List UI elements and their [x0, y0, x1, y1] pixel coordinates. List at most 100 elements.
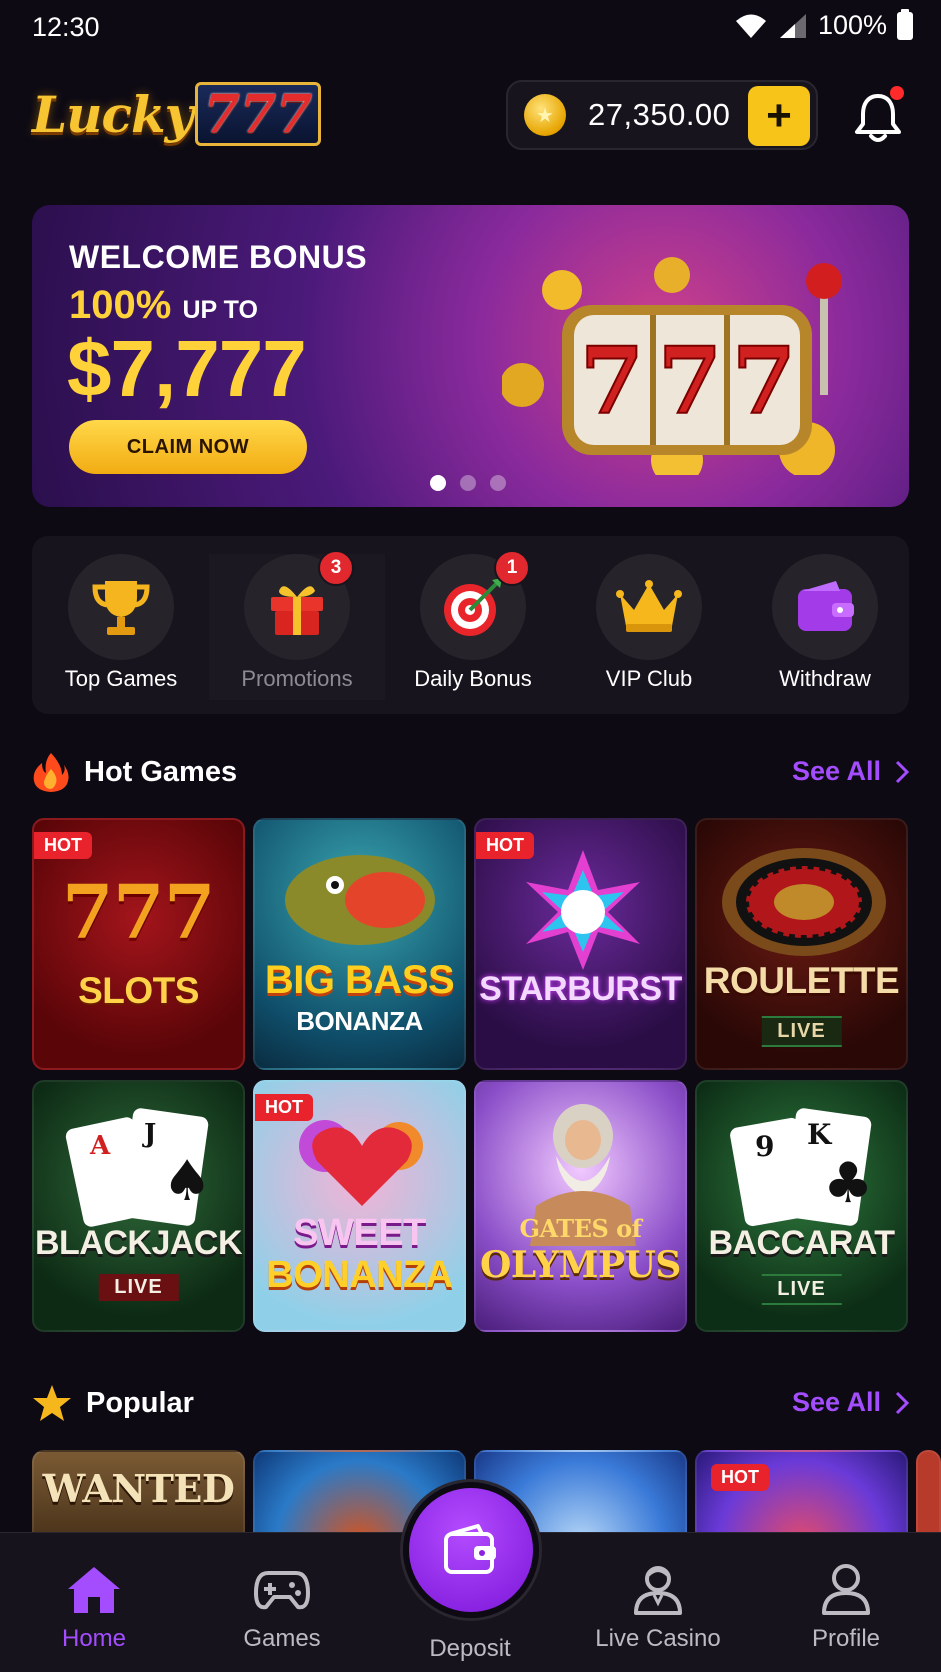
quick-item-label: Daily Bonus [414, 666, 532, 691]
reel-symbol: 7 [580, 327, 644, 435]
game-title: BLACKJACK [34, 1224, 243, 1262]
game-card-baccarat[interactable]: 9 K ♣ BACCARAT LIVE [695, 1080, 908, 1332]
game-card-roulette[interactable]: ROULETTE LIVE [695, 818, 908, 1070]
section-title: Hot Games [84, 755, 238, 788]
wallet-icon [772, 554, 878, 660]
quick-menu: Top Games 3 Promotions 1 Daily Bonus VIP… [32, 536, 909, 714]
quick-item-daily-bonus[interactable]: 1 Daily Bonus [385, 550, 561, 700]
quick-item-promotions[interactable]: 3 Promotions [209, 550, 385, 700]
coin-icon: ★ [524, 94, 566, 136]
hot-games-header: Hot Games See All [32, 750, 909, 794]
quick-item-vip-club[interactable]: VIP Club [561, 554, 737, 700]
star-icon [33, 1385, 71, 1421]
candy-heart-icon [299, 1120, 423, 1206]
quick-item-label: VIP Club [605, 666, 693, 691]
deposit-button[interactable] [403, 1482, 539, 1618]
banner-percent-line: 100% UP TO [69, 283, 258, 328]
game-card-gates-of-olympus[interactable]: GATES of OLYMPUS [474, 1080, 687, 1332]
target-icon: 1 [420, 550, 530, 660]
live-label: LIVE [98, 1274, 179, 1301]
status-indicators: 100% [734, 8, 913, 41]
chevron-right-icon [895, 1391, 909, 1414]
dealer-icon [634, 1566, 682, 1615]
game-card-777-slots[interactable]: 777 SLOTS HOT [32, 818, 245, 1070]
game-card-starburst[interactable]: STARBURST HOT [474, 818, 687, 1070]
notification-dot [890, 86, 904, 100]
banner-title: WELCOME BONUS [69, 239, 368, 275]
logo-word: Lucky [32, 84, 194, 144]
game-title-top: 777 [62, 870, 215, 956]
nav-label: Profile [811, 1625, 881, 1652]
status-time: 12:30 [32, 12, 100, 42]
nav-live-casino[interactable]: Live Casino [564, 1533, 752, 1672]
notifications-button[interactable] [852, 86, 904, 144]
nav-profile[interactable]: Profile [752, 1533, 940, 1672]
banner-amount: $7,777 [67, 324, 307, 413]
section-title: Popular [86, 1386, 194, 1419]
game-title: BONANZA [296, 1006, 423, 1036]
carousel-dot[interactable] [490, 475, 506, 491]
chevron-right-icon [895, 760, 909, 783]
add-funds-button[interactable]: + [748, 86, 810, 146]
battery-percent: 100% [817, 10, 887, 40]
slot-machine-illustration: 7 7 7 [502, 257, 842, 475]
hot-tag: HOT [711, 1464, 769, 1491]
game-card-blackjack[interactable]: A J ♠ BLACKJACK LIVE [32, 1080, 245, 1332]
daily-bonus-badge: 1 [494, 550, 530, 586]
banner-percent: 100% [69, 283, 172, 327]
home-icon [68, 1567, 120, 1613]
promo-banner[interactable]: WELCOME BONUS 100% UP TO $7,777 CLAIM NO… [32, 205, 909, 507]
logo-number: 777 [203, 83, 313, 145]
see-all-label: See All [791, 1387, 881, 1417]
playing-cards-icon: 9 K ♣ [730, 1108, 873, 1227]
nav-label: Home [61, 1625, 127, 1652]
trophy-icon [68, 554, 174, 660]
wifi-icon [735, 14, 766, 38]
nav-games[interactable]: Games [188, 1533, 376, 1672]
wallet-icon [444, 1524, 496, 1574]
status-bar: 12:30 100% [0, 0, 941, 56]
nav-label: Games [243, 1625, 321, 1652]
game-title-top: GATES of [519, 1214, 642, 1243]
reel-symbol: 7 [658, 327, 722, 435]
popular-see-all[interactable]: See All [792, 1387, 909, 1418]
svg-text:9: 9 [755, 1130, 774, 1163]
crown-icon [596, 554, 702, 660]
playing-cards-icon: A J ♠ [65, 1108, 212, 1227]
svg-text:J: J [142, 1119, 156, 1149]
carousel-dots [430, 475, 506, 491]
svg-text:♠: ♠ [162, 1149, 212, 1214]
game-title: BACCARAT [708, 1224, 895, 1262]
reel-symbol: 7 [732, 327, 796, 435]
claim-now-button[interactable]: CLAIM NOW [69, 420, 307, 474]
nav-home[interactable]: Home [0, 1533, 188, 1672]
svg-text:K: K [807, 1118, 833, 1151]
live-label: LIVE [761, 1016, 842, 1047]
game-card-big-bass-bonanza[interactable]: BIG BASS BONANZA [253, 818, 466, 1070]
quick-item-withdraw[interactable]: Withdraw [737, 554, 913, 700]
quick-item-top-games[interactable]: Top Games [33, 554, 209, 700]
hot-tag: HOT [476, 832, 534, 859]
game-title: ROULETTE [703, 960, 900, 1001]
balance-value: 27,350.00 [588, 97, 731, 132]
battery-icon [897, 8, 913, 40]
user-icon [822, 1564, 870, 1615]
svg-text:A: A [89, 1131, 111, 1161]
game-title: OLYMPUS [480, 1244, 681, 1286]
carousel-dot[interactable] [460, 475, 476, 491]
quick-item-label: Withdraw [779, 666, 871, 691]
svg-text:♣: ♣ [823, 1151, 873, 1216]
logo-number-box: 777 [194, 82, 322, 146]
banner-upto: UP TO [182, 296, 258, 324]
app-logo[interactable]: Lucky 777 [32, 78, 322, 150]
game-title: SLOTS [78, 970, 199, 1011]
hot-games-see-all[interactable]: See All [792, 756, 909, 787]
game-card-sweet-bonanza[interactable]: SWEET BONANZA HOT [253, 1080, 466, 1332]
starburst-gem-icon [526, 850, 640, 970]
nav-label: Live Casino [595, 1625, 721, 1652]
roulette-wheel-icon [722, 848, 886, 956]
balance-display[interactable]: ★ 27,350.00 + [506, 80, 818, 150]
popular-header: Popular See All [32, 1381, 909, 1425]
game-title-top: BIG BASS [264, 958, 455, 1002]
carousel-dot[interactable] [430, 475, 446, 491]
